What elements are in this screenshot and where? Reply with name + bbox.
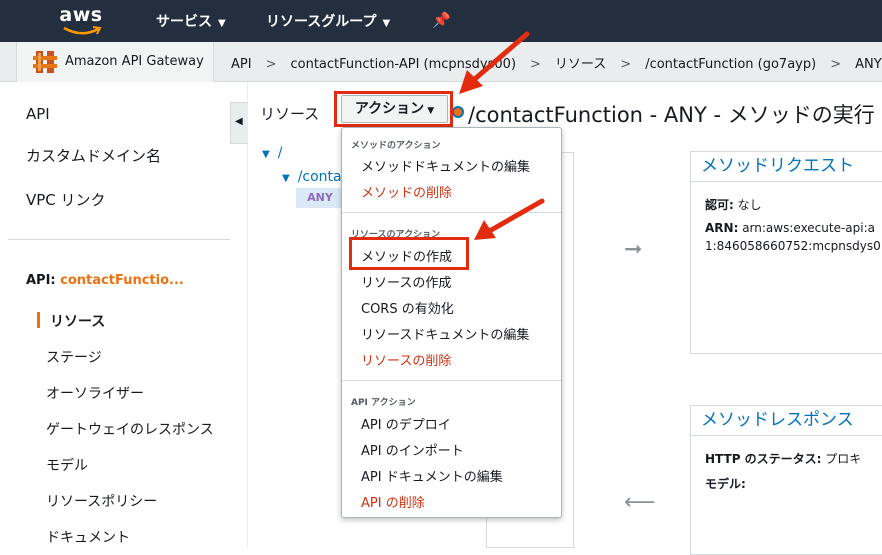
- breadcrumb-method[interactable]: ANY: [855, 57, 882, 72]
- menu-item-import-api[interactable]: API のインポート: [361, 440, 464, 459]
- method-response-card: メソッドレスポンス HTTP のステータス: プロキ モデル:: [690, 405, 882, 555]
- services-label: サービス: [156, 14, 212, 30]
- sidebar-divider: [8, 239, 230, 240]
- actions-menu: メソッドのアクション メソッドドキュメントの編集 メソッドの削除 リソースのアク…: [341, 127, 562, 518]
- sidebar-item-apis[interactable]: API: [26, 105, 50, 123]
- menu-item-edit-api-docs[interactable]: API ドキュメントの編集: [361, 466, 503, 485]
- sidebar-item-vpc-links[interactable]: VPC リンク: [26, 189, 106, 210]
- api-prefix: API:: [26, 273, 61, 288]
- menu-divider: [342, 380, 561, 381]
- menu-item-delete-api[interactable]: API の削除: [361, 492, 425, 511]
- menu-item-edit-resource-docs[interactable]: リソースドキュメントの編集: [361, 324, 529, 343]
- annotation-arrow-icon: [459, 31, 530, 94]
- menu-item-deploy-api[interactable]: API のデプロイ: [361, 414, 451, 433]
- menu-item-delete-resource[interactable]: リソースの削除: [361, 350, 451, 369]
- caret-down-icon: ▼: [282, 173, 290, 184]
- breadcrumb-resources[interactable]: リソース: [555, 53, 606, 72]
- breadcrumb-api[interactable]: API: [231, 57, 252, 72]
- method-request-title[interactable]: メソッドリクエスト: [691, 152, 882, 182]
- http-status-label: HTTP のステータス:: [705, 452, 822, 466]
- tree-item-root[interactable]: ▼ /: [262, 145, 282, 161]
- chevron-down-icon: ▼: [382, 18, 391, 29]
- chevron-down-icon: ▼: [218, 18, 226, 29]
- sidebar: API カスタムドメイン名 VPC リンク API: contactFuncti…: [0, 82, 248, 548]
- tree-item-contact[interactable]: ▼/contac: [282, 169, 349, 185]
- sidebar-item-resource-policy[interactable]: リソースポリシー: [46, 491, 157, 511]
- menu-item-edit-method-docs[interactable]: メソッドドキュメントの編集: [361, 156, 530, 175]
- page-title: /contactFunction - ANY - メソッドの実行: [468, 103, 875, 127]
- sidebar-item-authorizers[interactable]: オーソライザー: [46, 383, 144, 403]
- arrow-right-icon: ➞: [624, 237, 643, 262]
- model-row: モデル:: [705, 475, 746, 492]
- resource-groups-label: リソースグループ: [266, 14, 377, 30]
- auth-row: 認可: なし: [705, 196, 762, 213]
- api-name: contactFunctio...: [60, 273, 184, 288]
- sidebar-item-resources[interactable]: リソース: [50, 311, 105, 331]
- active-indicator: [37, 312, 40, 328]
- menu-header-method-actions: メソッドのアクション: [351, 141, 441, 151]
- sidebar-item-stages[interactable]: ステージ: [46, 347, 102, 367]
- pin-icon[interactable]: 📌: [432, 11, 451, 29]
- annotation-highlight-create-method: [349, 237, 469, 270]
- menu-item-create-resource[interactable]: リソースの作成: [361, 272, 451, 291]
- sidebar-collapse-button[interactable]: ◀: [230, 102, 248, 144]
- sidebar-item-gateway-responses[interactable]: ゲートウェイのレスポンス: [46, 419, 214, 439]
- arrow-left-icon: ⟵: [624, 490, 656, 515]
- breadcrumb-separator: >: [620, 57, 632, 72]
- auth-label: 認可:: [705, 198, 734, 212]
- caret-down-icon: ▼: [262, 149, 270, 160]
- method-request-card: メソッドリクエスト 認可: なし ARN: arn:aws:execute-ap…: [690, 151, 882, 354]
- breadcrumb-separator: >: [830, 57, 842, 72]
- status-dot-icon: [452, 106, 464, 118]
- menu-header-api-actions: API アクション: [351, 398, 416, 408]
- aws-logo[interactable]: aws: [58, 4, 104, 36]
- menu-item-enable-cors[interactable]: CORS の有効化: [361, 298, 454, 317]
- tree-item-root-label: /: [277, 145, 283, 161]
- aws-logo-text: aws: [59, 4, 103, 26]
- auth-value: なし: [737, 198, 762, 212]
- sidebar-item-models[interactable]: モデル: [46, 455, 88, 475]
- services-menu[interactable]: サービス ▼: [156, 11, 226, 31]
- annotation-highlight-actions: [334, 91, 453, 127]
- aws-smile-icon: [63, 26, 102, 35]
- menu-item-delete-method[interactable]: メソッドの削除: [361, 182, 452, 201]
- http-status-value: プロキ: [825, 452, 862, 466]
- api-gateway-icon: [33, 51, 57, 73]
- model-label: モデル:: [705, 477, 746, 491]
- tree-item-method-any[interactable]: ANY: [296, 188, 344, 208]
- breadcrumb-resource[interactable]: /contactFunction (go7ayp): [645, 57, 816, 72]
- resources-title: リソース: [260, 105, 320, 123]
- arn-label: ARN:: [705, 221, 739, 235]
- service-name: Amazon API Gateway: [65, 54, 204, 69]
- service-home-link[interactable]: Amazon API Gateway: [16, 42, 214, 82]
- breadcrumb-separator: >: [265, 57, 277, 72]
- chevron-left-icon: ◀: [235, 116, 243, 127]
- sidebar-item-documentation[interactable]: ドキュメント: [46, 527, 130, 547]
- breadcrumb: API > contactFunction-API (mcpnsdys00) > リソー…: [231, 53, 882, 72]
- method-response-title[interactable]: メソッドレスポンス: [691, 406, 882, 436]
- arn-value-line1: arn:aws:execute-api:a: [742, 221, 875, 235]
- sidebar-api-heading[interactable]: API: contactFunctio...: [26, 273, 184, 288]
- top-nav-bar: aws サービス ▼ リソースグループ ▼ 📌: [0, 0, 882, 42]
- arn-row: ARN: arn:aws:execute-api:a: [705, 221, 875, 235]
- annotation-arrow-icon: [474, 198, 545, 240]
- arn-value-line2: 1:846058660752:mcpnsdys0: [705, 239, 881, 253]
- resource-groups-menu[interactable]: リソースグループ ▼: [266, 11, 390, 31]
- http-status-row: HTTP のステータス: プロキ: [705, 450, 861, 467]
- sidebar-item-custom-domains[interactable]: カスタムドメイン名: [26, 145, 161, 166]
